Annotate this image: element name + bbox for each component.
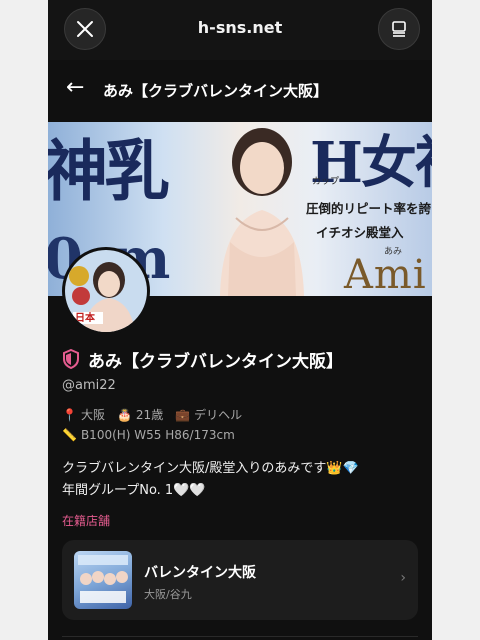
chevron-right-icon: › (400, 570, 406, 586)
briefcase-icon: 💼 (175, 407, 191, 422)
store-thumbnail (74, 551, 132, 609)
store-location: 大阪/谷九 (144, 588, 192, 601)
profile-category: デリヘル (194, 408, 243, 422)
shield-icon (63, 349, 79, 369)
store-card[interactable]: バレンタイン大阪 大阪/谷九 › (62, 540, 418, 620)
bio-line-1: クラブバレンタイン大阪/殿堂入りのあみです👑💎 (62, 461, 359, 476)
store-name: バレンタイン大阪 (144, 565, 256, 581)
banner-cup-label: カップ (312, 177, 340, 187)
back-arrow-icon[interactable]: ← (66, 76, 84, 100)
banner-ami: Ami (344, 252, 427, 296)
profile-bio: クラブバレンタイン大阪/殿堂入りのあみです👑💎 年間グループNo. 1🤍🤍 (62, 458, 359, 502)
banner-tagline-1: 圧倒的リピート率を誇る (306, 201, 432, 216)
avatar[interactable]: 日本 (62, 247, 150, 335)
ruler-icon: 📏 (62, 428, 77, 442)
page-title: あみ【クラブバレンタイン大阪】 (103, 82, 329, 100)
profile-body-row: 📏 B100(H) W55 H86/173cm (62, 428, 235, 442)
tabs-button[interactable] (378, 8, 420, 50)
profile-body-stats: B100(H) W55 H86/173cm (80, 428, 235, 442)
store-section-label: 在籍店舗 (62, 514, 111, 528)
banner-tagline-2: イチオシ殿堂入 (316, 225, 404, 240)
page-header: ← あみ【クラブバレンタイン大阪】 (48, 70, 432, 110)
location-pin-icon: 📍 (62, 407, 77, 422)
banner-figure-image (220, 128, 304, 296)
birthday-cake-icon: 🎂 (116, 407, 132, 422)
tabs-icon (392, 21, 406, 37)
browser-domain: h-sns.net (197, 18, 283, 37)
banner-left-text: 神乳 (48, 132, 170, 210)
profile-name: あみ【クラブバレンタイン大阪】 (88, 351, 343, 372)
browser-bar: h-sns.net (48, 0, 432, 60)
profile-name-row: あみ【クラブバレンタイン大阪】 (62, 346, 343, 372)
profile-meta: 📍 大阪 🎂 21歳 💼 デリヘル (62, 406, 242, 423)
banner-right-text: H女神 (310, 130, 432, 196)
profile-handle: @ami22 (62, 378, 116, 393)
profile-location: 大阪 (80, 408, 105, 422)
phone-screen: h-sns.net ← あみ【クラブバレンタイン大阪】 神乳 0cm H女神 カ… (48, 0, 432, 640)
bio-line-2: 年間グループNo. 1🤍🤍 (62, 483, 206, 498)
divider (62, 636, 418, 637)
avatar-badge-text: 日本 (75, 313, 95, 324)
profile-age: 21歳 (135, 408, 164, 422)
